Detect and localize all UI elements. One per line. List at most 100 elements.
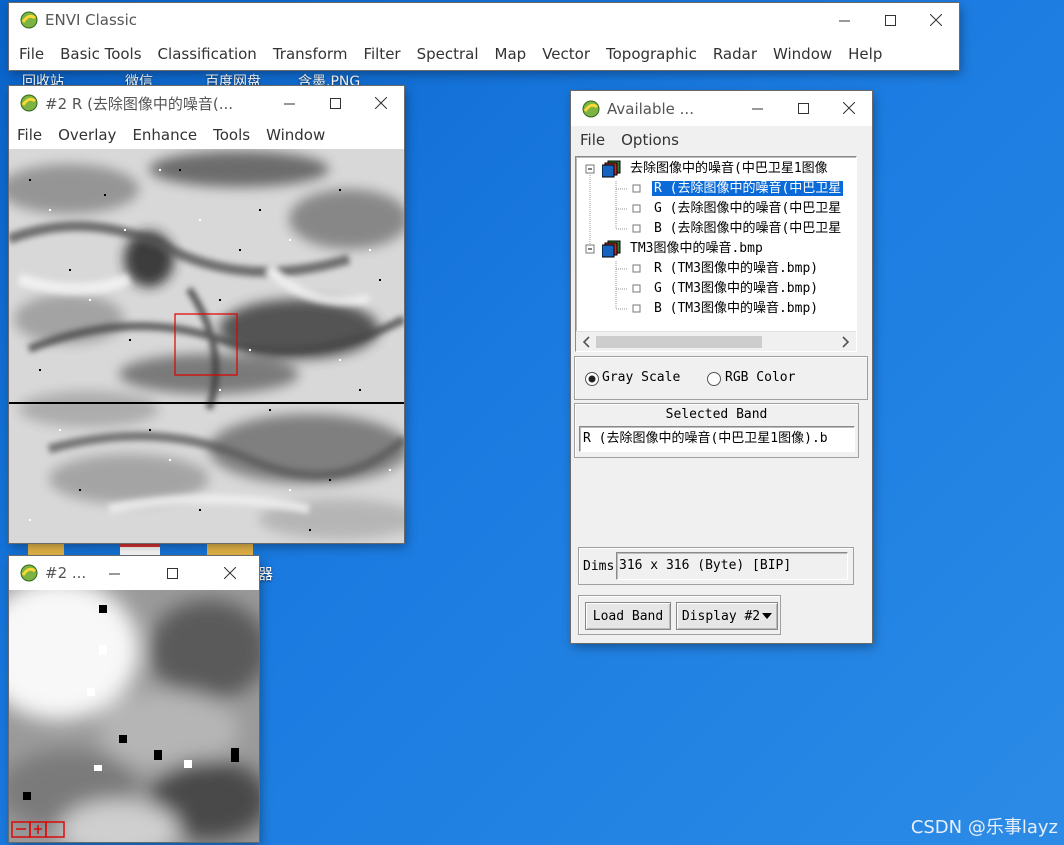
- minimize-button[interactable]: [85, 556, 143, 590]
- menu-basic-tools[interactable]: Basic Tools: [52, 45, 149, 63]
- zoom-window-titlebar[interactable]: #2 ...: [9, 556, 259, 590]
- maximize-button[interactable]: [780, 91, 826, 125]
- close-button[interactable]: [913, 3, 959, 37]
- close-icon: [375, 97, 387, 109]
- menu-transform[interactable]: Transform: [265, 45, 356, 63]
- minimize-icon: [838, 20, 850, 21]
- dims-value: 316 x 316 (Byte) [BIP]: [616, 552, 848, 580]
- zoom-window-title: #2 ...: [45, 564, 87, 582]
- bands-window-titlebar[interactable]: Available ...: [571, 91, 872, 126]
- gray-scale-radio[interactable]: [584, 371, 600, 387]
- menu-radar[interactable]: Radar: [705, 45, 765, 63]
- desktop-document-icon[interactable]: [120, 543, 160, 555]
- zoomed-pixels: [9, 590, 259, 842]
- menu-help[interactable]: Help: [840, 45, 890, 63]
- selected-band-heading: Selected Band: [665, 407, 768, 422]
- csdn-watermark: CSDN @乐事layz: [910, 817, 1058, 838]
- color-mode-group: Gray Scale RGB Color: [574, 356, 868, 400]
- menu-classification[interactable]: Classification: [150, 45, 265, 63]
- tree-band-g-file-2[interactable]: G (TM3图像中的噪音.bmp): [654, 279, 818, 299]
- minimize-button[interactable]: [821, 3, 867, 37]
- tree-band-b-file-2[interactable]: B (TM3图像中的噪音.bmp): [654, 299, 818, 319]
- dims-label: Dims: [583, 559, 615, 574]
- menu-overlay[interactable]: Overlay: [50, 126, 124, 144]
- close-button[interactable]: [201, 556, 259, 590]
- minimize-icon: [751, 108, 763, 109]
- tree-band-g-file-1[interactable]: G (去除图像中的噪音(中巴卫星: [654, 199, 841, 219]
- close-icon: [930, 14, 942, 26]
- desktop-app-icon[interactable]: [207, 543, 253, 555]
- envi-logo-icon: [582, 100, 600, 117]
- maximize-icon: [884, 14, 896, 26]
- close-icon: [224, 567, 236, 579]
- minimize-button[interactable]: [266, 86, 312, 120]
- envi-title: ENVI Classic: [45, 11, 138, 29]
- menu-map[interactable]: Map: [487, 45, 535, 63]
- image-view[interactable]: [9, 149, 404, 543]
- tree-file-2[interactable]: TM3图像中的噪音.bmp: [630, 239, 763, 259]
- maximize-icon: [797, 102, 809, 114]
- desktop-folder-icon[interactable]: [28, 543, 64, 555]
- satellite-image: [9, 149, 404, 543]
- tree-band-r-file-2[interactable]: R (TM3图像中的噪音.bmp): [654, 259, 818, 279]
- gray-scale-label[interactable]: Gray Scale: [602, 370, 680, 385]
- minimize-icon: [108, 573, 120, 574]
- menu-options[interactable]: Options: [613, 131, 687, 149]
- tree-band-r-file-1[interactable]: R (去除图像中的噪音(中巴卫星: [652, 179, 844, 199]
- rgb-color-label[interactable]: RGB Color: [725, 370, 795, 385]
- tree-file-1[interactable]: 去除图像中的噪音(中巴卫星1图像: [630, 159, 828, 179]
- selected-band-item[interactable]: R (去除图像中的噪音(中巴卫星: [652, 181, 844, 196]
- minimize-button[interactable]: [734, 91, 780, 125]
- menu-tools[interactable]: Tools: [205, 126, 258, 144]
- scrollbar-thumb[interactable]: [596, 336, 762, 348]
- menu-enhance[interactable]: Enhance: [124, 126, 205, 144]
- horizontal-scrollbar[interactable]: [576, 331, 856, 351]
- image-window-titlebar[interactable]: #2 R (去除图像中的噪音(...: [9, 86, 404, 120]
- envi-logo-icon: [20, 94, 38, 112]
- image-display-window: #2 R (去除图像中的噪音(... File Overlay Enhance …: [9, 86, 404, 543]
- menu-file[interactable]: File: [572, 131, 613, 149]
- close-button[interactable]: [358, 86, 404, 120]
- maximize-button[interactable]: [143, 556, 201, 590]
- dims-group: Dims 316 x 316 (Byte) [BIP]: [578, 547, 854, 585]
- band-tree[interactable]: 去除图像中的噪音(中巴卫星1图像 R (去除图像中的噪音(中巴卫星 G (去除图…: [575, 156, 857, 352]
- desktop-label-partial[interactable]: 器: [258, 563, 273, 584]
- menu-file[interactable]: File: [11, 45, 52, 63]
- menu-window[interactable]: Window: [765, 45, 840, 63]
- maximize-icon: [166, 567, 178, 579]
- menu-vector[interactable]: Vector: [534, 45, 598, 63]
- envi-main-window: ENVI Classic File Basic Tools Classifica…: [9, 3, 959, 70]
- close-button[interactable]: [826, 91, 872, 125]
- selected-band-value: R (去除图像中的噪音(中巴卫星1图像).b: [579, 426, 855, 452]
- zoom-window: #2 ...: [9, 556, 259, 842]
- maximize-button[interactable]: [312, 86, 358, 120]
- envi-logo-icon: [20, 564, 38, 582]
- zoom-view[interactable]: [9, 590, 259, 842]
- envi-logo-icon: [20, 11, 38, 29]
- tree-band-b-file-1[interactable]: B (去除图像中的噪音(中巴卫星: [654, 219, 841, 239]
- button-group: Load Band Display #2: [578, 595, 781, 635]
- maximize-icon: [329, 97, 341, 109]
- menu-file[interactable]: File: [9, 126, 50, 144]
- menu-spectral[interactable]: Spectral: [409, 45, 487, 63]
- image-window-menubar: File Overlay Enhance Tools Window: [9, 120, 404, 149]
- minimize-icon: [283, 103, 295, 104]
- close-icon: [843, 102, 855, 114]
- menu-filter[interactable]: Filter: [355, 45, 408, 63]
- load-band-button[interactable]: Load Band: [585, 602, 671, 630]
- rgb-color-radio[interactable]: [706, 371, 722, 387]
- envi-titlebar[interactable]: ENVI Classic: [9, 3, 959, 37]
- image-window-title: #2 R (去除图像中的噪音(...: [45, 94, 234, 113]
- file-stack-icon: [602, 160, 621, 178]
- menu-window[interactable]: Window: [258, 126, 333, 144]
- bands-window-title: Available ...: [607, 99, 694, 118]
- display-select-button[interactable]: Display #2: [676, 602, 778, 630]
- available-bands-window: Available ... File Options 去除图像中的噪音(中巴卫星…: [571, 91, 872, 643]
- maximize-button[interactable]: [867, 3, 913, 37]
- menu-topographic[interactable]: Topographic: [598, 45, 705, 63]
- envi-menubar: File Basic Tools Classification Transfor…: [9, 37, 959, 70]
- dropdown-arrow-icon: [762, 613, 773, 619]
- scroll-right-icon[interactable]: [836, 333, 854, 351]
- scroll-left-icon[interactable]: [578, 333, 596, 351]
- display-select-label: Display #2: [681, 608, 761, 624]
